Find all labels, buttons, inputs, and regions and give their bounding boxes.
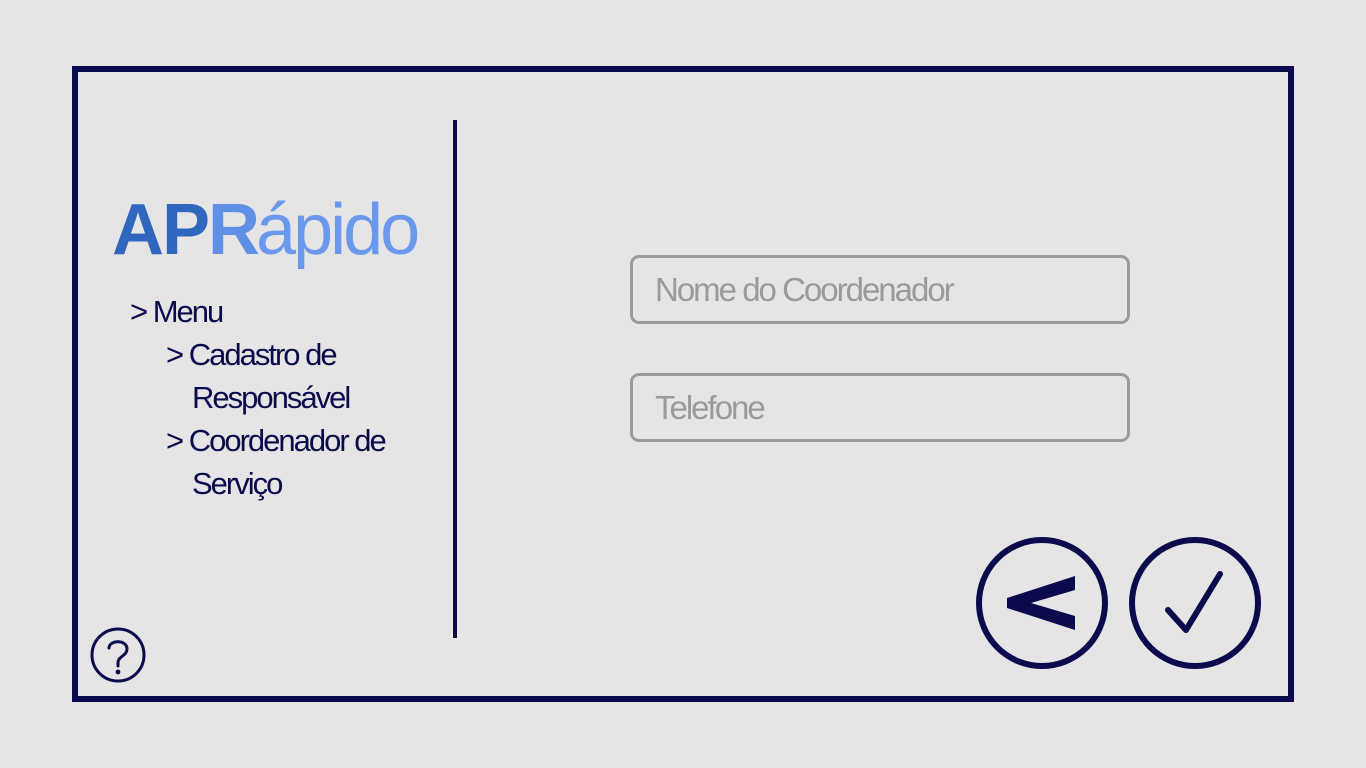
logo-r-text: R <box>208 190 260 270</box>
question-circle-icon <box>90 627 146 683</box>
help-button[interactable] <box>90 627 146 683</box>
app-frame: APRápido > Menu > Cadastro de Responsáve… <box>72 66 1294 702</box>
app-logo: APRápido <box>112 190 420 270</box>
menu-item-coordenador-line2[interactable]: Serviço <box>192 462 283 505</box>
confirm-button[interactable] <box>1128 536 1262 670</box>
menu-item-coordenador-line1[interactable]: > Coordenador de <box>166 419 387 462</box>
menu-root[interactable]: > Menu <box>130 290 224 333</box>
logo-rest-text: ápido <box>256 190 420 270</box>
logo-ap-text: AP <box>112 190 210 270</box>
chevron-left-icon <box>976 537 1108 669</box>
phone-input[interactable] <box>630 373 1130 442</box>
checkmark-icon <box>1129 537 1261 669</box>
back-button[interactable] <box>975 536 1109 670</box>
coordinator-name-input[interactable] <box>630 255 1130 324</box>
menu-item-cadastro-line2[interactable]: Responsável <box>192 376 351 419</box>
menu-item-cadastro-line1[interactable]: > Cadastro de <box>166 333 338 376</box>
vertical-divider <box>453 120 457 638</box>
